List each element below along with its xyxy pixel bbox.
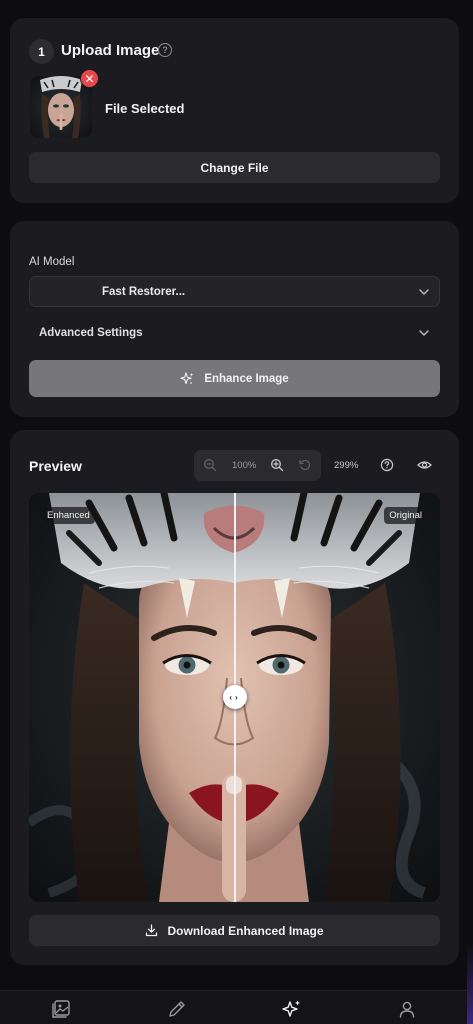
sparkles-icon xyxy=(180,371,194,384)
comparison-slider-handle[interactable]: ‹› xyxy=(223,685,247,709)
file-status-label: File Selected xyxy=(105,101,185,116)
chevron-down-icon[interactable] xyxy=(418,329,430,337)
upload-title: Upload Image xyxy=(61,42,160,59)
ai-model-select[interactable]: Fast Restorer... xyxy=(29,276,440,307)
preview-title: Preview xyxy=(29,458,82,474)
upload-card: 1 Upload Image ? ✕ File Selected Change … xyxy=(10,18,459,203)
image-comparison[interactable]: ‹› Enhanced Original xyxy=(29,493,440,902)
help-icon[interactable] xyxy=(380,458,394,472)
eye-icon[interactable] xyxy=(417,458,432,472)
zoom-out-icon[interactable] xyxy=(203,458,217,472)
pencil-icon[interactable] xyxy=(167,999,187,1019)
window-edge xyxy=(467,0,473,1024)
enhanced-tag: Enhanced xyxy=(42,507,95,524)
zoom-percent: 299% xyxy=(334,460,359,471)
sparkles-icon[interactable] xyxy=(282,999,302,1019)
download-enhanced-button[interactable]: Download Enhanced Image xyxy=(29,915,440,946)
preview-card: Preview 100% 299% ‹› Enhanced Original D… xyxy=(10,430,459,965)
ai-model-label: AI Model xyxy=(29,256,75,268)
change-file-button[interactable]: Change File xyxy=(29,152,440,183)
zoom-in-icon[interactable] xyxy=(270,458,284,472)
remove-file-button[interactable]: ✕ xyxy=(80,69,99,88)
enhance-image-button[interactable]: Enhance Image xyxy=(29,360,440,397)
bottom-nav xyxy=(0,990,473,1024)
download-label: Download Enhanced Image xyxy=(167,923,324,938)
zoom-level: 100% xyxy=(232,460,257,471)
help-icon[interactable]: ? xyxy=(158,43,172,57)
zoom-controls: 100% xyxy=(194,450,321,481)
enhance-image-label: Enhance Image xyxy=(204,372,289,385)
reset-icon[interactable] xyxy=(298,458,312,472)
settings-card: AI Model Fast Restorer... Advanced Setti… xyxy=(10,221,459,417)
chevron-down-icon xyxy=(419,289,429,296)
original-tag: Original xyxy=(384,507,427,524)
step-badge: 1 xyxy=(29,39,54,64)
advanced-settings-toggle[interactable]: Advanced Settings xyxy=(39,327,143,339)
gallery-icon[interactable] xyxy=(51,999,71,1019)
user-icon[interactable] xyxy=(397,999,417,1019)
download-icon xyxy=(146,924,158,937)
ai-model-value: Fast Restorer... xyxy=(102,286,186,298)
